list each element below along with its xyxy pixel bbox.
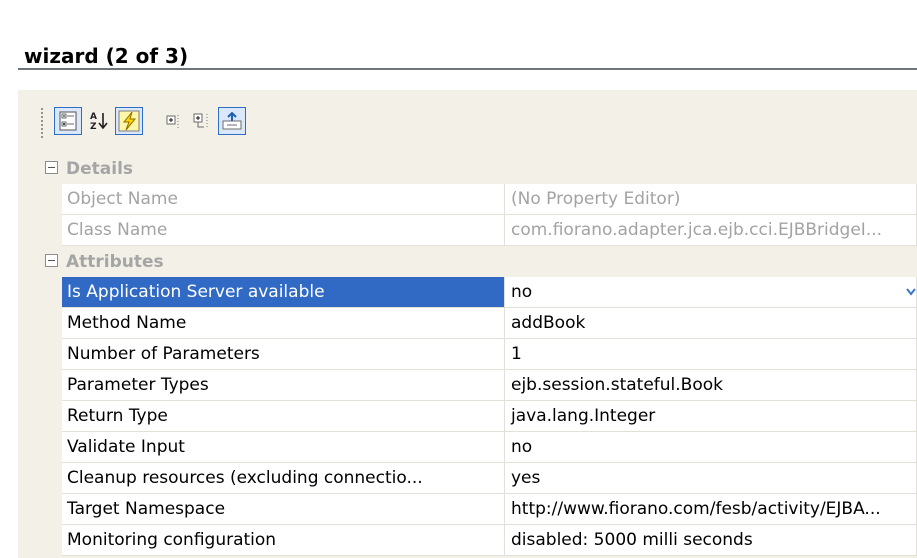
property-row-validate-input[interactable]: Validate Input no (40, 432, 917, 463)
alphabetical-sort-button[interactable]: A Z (85, 107, 113, 135)
toolbar-grip[interactable] (41, 107, 43, 138)
collapse-attributes-icon[interactable] (45, 254, 58, 267)
property-row-target-namespace[interactable]: Target Namespace http://www.fiorano.com/… (40, 494, 917, 525)
property-editor-icon (222, 111, 242, 130)
property-name: Target Namespace (62, 494, 505, 525)
property-name: Cleanup resources (excluding connectio..… (62, 463, 505, 494)
property-value[interactable]: disabled: 5000 milli seconds (505, 525, 917, 556)
show-events-button[interactable] (115, 107, 143, 135)
property-row-application-server[interactable]: Is Application Server available no (40, 277, 917, 308)
svg-text:A: A (90, 112, 97, 122)
collapse-all-icon (166, 115, 179, 128)
property-value[interactable]: yes (505, 463, 917, 494)
left-spacing (0, 0, 14, 558)
property-value: com.fiorano.adapter.jca.ejb.cci.EJBBridg… (505, 215, 917, 246)
category-label: Attributes (66, 252, 164, 272)
property-value[interactable]: http://www.fiorano.com/fesb/activity/EJB… (505, 494, 917, 525)
property-value[interactable]: 1 (505, 339, 917, 370)
property-row-method-name[interactable]: Method Name addBook (40, 308, 917, 339)
expand-all-icon (193, 113, 208, 129)
property-value[interactable]: addBook (505, 308, 917, 339)
property-name: Return Type (62, 401, 505, 432)
lightning-icon (118, 110, 140, 132)
property-value: (No Property Editor) (505, 184, 917, 215)
property-name: Number of Parameters (62, 339, 505, 370)
alphabetical-sort-icon: A Z (90, 112, 108, 132)
chevron-down-icon[interactable] (906, 282, 916, 301)
property-value[interactable]: ejb.session.stateful.Book (505, 370, 917, 401)
svg-text:Z: Z (90, 122, 97, 132)
wizard-window: wizard (2 of 3) A Z Details Object Name … (0, 0, 917, 558)
category-attributes[interactable]: Attributes (40, 246, 917, 277)
property-sheet: A Z Details Object Name (No Property Edi… (18, 90, 917, 558)
property-row-monitoring-configuration[interactable]: Monitoring configuration disabled: 5000 … (40, 525, 917, 556)
property-row-return-type[interactable]: Return Type java.lang.Integer (40, 401, 917, 432)
property-grid: Details Object Name (No Property Editor)… (40, 153, 917, 558)
categorized-view-button[interactable] (54, 107, 82, 135)
category-details[interactable]: Details (40, 153, 917, 184)
property-name: Parameter Types (62, 370, 505, 401)
property-toolbar: A Z (18, 94, 917, 148)
property-row-parameter-types[interactable]: Parameter Types ejb.session.stateful.Boo… (40, 370, 917, 401)
collapse-details-icon[interactable] (45, 161, 58, 174)
expand-all-button[interactable] (188, 107, 216, 135)
property-name: Validate Input (62, 432, 505, 463)
category-label: Details (66, 159, 134, 179)
property-name: Object Name (62, 184, 505, 215)
property-row-number-of-parameters[interactable]: Number of Parameters 1 (40, 339, 917, 370)
dropdown-value: no (511, 282, 533, 302)
app-canvas: wizard (2 of 3) A Z Details Object Name … (0, 0, 917, 558)
property-name: Method Name (62, 308, 505, 339)
wizard-title: wizard (2 of 3) (24, 44, 189, 68)
property-row-cleanup-resources[interactable]: Cleanup resources (excluding connectio..… (40, 463, 917, 494)
property-name: Monitoring configuration (62, 525, 505, 556)
categorized-view-icon (59, 111, 77, 131)
property-name: Class Name (62, 215, 505, 246)
collapse-all-button[interactable] (160, 107, 188, 135)
property-value[interactable]: no (505, 432, 917, 463)
property-value[interactable]: java.lang.Integer (505, 401, 917, 432)
property-value-dropdown[interactable]: no (505, 277, 917, 308)
title-divider (18, 68, 917, 70)
property-row-object-name[interactable]: Object Name (No Property Editor) (40, 184, 917, 215)
property-editor-button[interactable] (218, 107, 246, 135)
top-spacing (0, 0, 917, 22)
property-row-class-name[interactable]: Class Name com.fiorano.adapter.jca.ejb.c… (40, 215, 917, 246)
property-name: Is Application Server available (62, 277, 505, 308)
